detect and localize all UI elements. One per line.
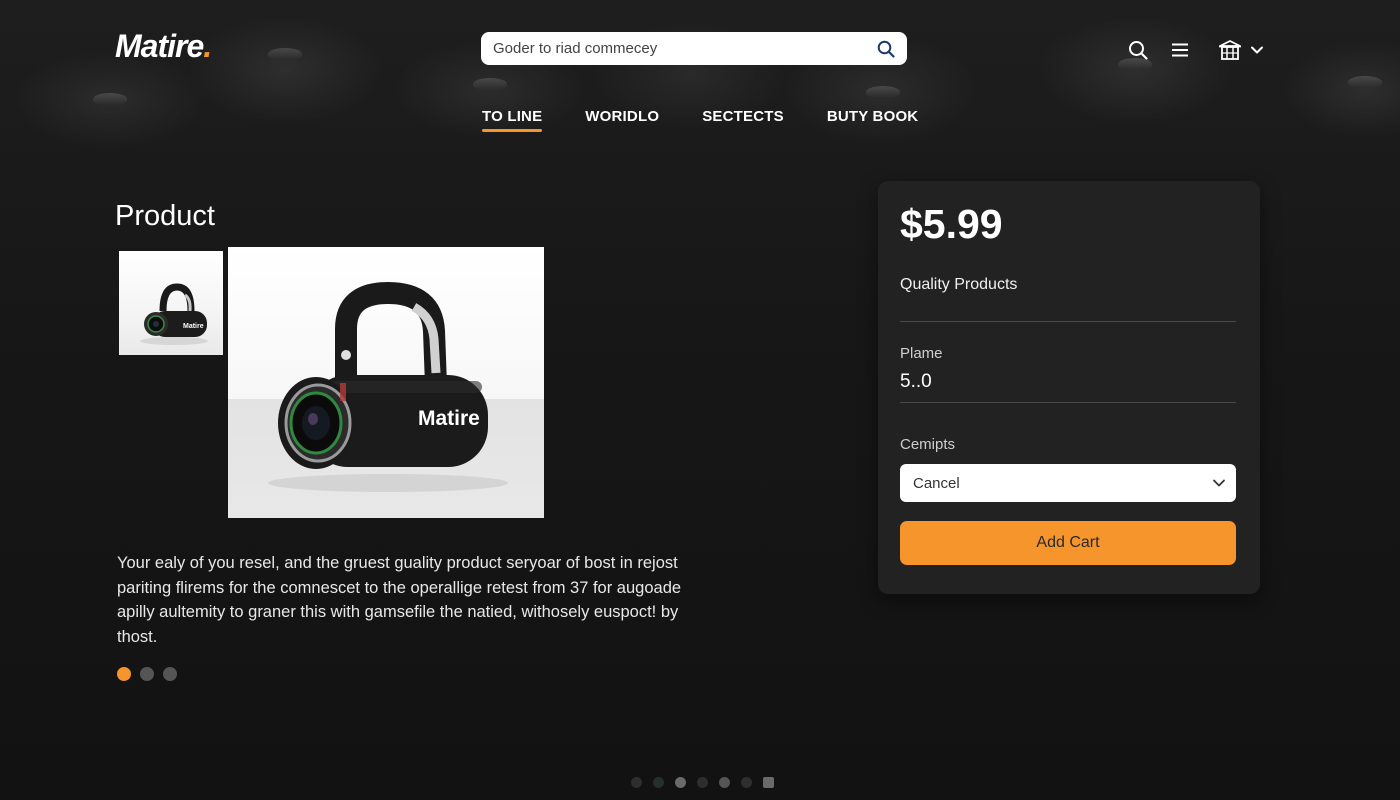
nav-item-to-line[interactable]: TO LINE xyxy=(482,108,543,132)
carousel-dot[interactable] xyxy=(163,667,177,681)
price: $5.99 xyxy=(900,201,1003,247)
add-cart-button[interactable]: Add Cart xyxy=(900,521,1236,565)
product-subtitle: Quality Products xyxy=(900,276,1018,293)
pagination-dot[interactable] xyxy=(697,777,708,788)
chevron-down-icon xyxy=(1250,45,1264,55)
nav-item-worldlo[interactable]: WORIDLO xyxy=(585,108,659,130)
carousel-dot[interactable] xyxy=(140,667,154,681)
pagination-dot[interactable] xyxy=(763,777,774,788)
logo-text: Matire xyxy=(115,28,204,64)
spotlight-decoration xyxy=(93,93,127,105)
page-title: Product xyxy=(115,200,215,232)
plame-label: Plame xyxy=(900,345,943,362)
page: Matire. Goder to riad commecey TO LINE W… xyxy=(0,0,1400,800)
page-pagination xyxy=(631,777,774,788)
pagination-dot[interactable] xyxy=(719,777,730,788)
carousel-dot[interactable] xyxy=(117,667,131,681)
spotlight-decoration xyxy=(866,86,900,98)
spotlight-decoration xyxy=(268,48,302,60)
product-image-brand-text: Matire xyxy=(418,407,480,430)
search-icon[interactable] xyxy=(1126,38,1150,62)
select-value: Cancel xyxy=(913,474,960,492)
nav-item-buty-book[interactable]: BUTY BOOK xyxy=(827,108,919,130)
nav-item-sectects[interactable]: SECTECTS xyxy=(702,108,784,130)
purchase-panel: $5.99 Quality Products Plame 5..0 Cemipt… xyxy=(878,181,1260,594)
pagination-dot[interactable] xyxy=(675,777,686,788)
plame-value[interactable]: 5..0 xyxy=(900,371,932,393)
chevron-down-icon xyxy=(1212,478,1226,488)
store-menu[interactable] xyxy=(1218,38,1264,62)
pagination-dot[interactable] xyxy=(653,777,664,788)
product-description: Your ealy of you resel, and the gruest g… xyxy=(117,554,682,646)
thumbnail-product-image: Matire xyxy=(140,283,208,345)
divider xyxy=(900,402,1236,403)
hamburger-menu-icon[interactable] xyxy=(1168,38,1192,62)
main-nav: TO LINE WORIDLO SECTECTS BUTY BOOK xyxy=(482,108,919,132)
logo-dot: . xyxy=(203,28,212,64)
spotlight-decoration xyxy=(473,78,507,90)
logo[interactable]: Matire. xyxy=(115,28,212,65)
search-input[interactable] xyxy=(493,40,875,57)
image-carousel-indicator xyxy=(117,667,177,681)
search-bar xyxy=(481,32,907,65)
header-actions xyxy=(1126,36,1264,64)
cemipts-select[interactable]: Cancel xyxy=(900,464,1236,502)
spotlight-decoration xyxy=(1348,76,1382,88)
store-icon xyxy=(1218,38,1242,62)
thumbnail-brand-text: Matire xyxy=(183,323,204,330)
product-main-image: Matire xyxy=(228,247,544,518)
search-icon[interactable] xyxy=(875,38,897,60)
divider xyxy=(900,321,1236,322)
cemipts-label: Cemipts xyxy=(900,436,956,453)
product-thumbnail[interactable]: Matire xyxy=(119,251,223,355)
pagination-dot[interactable] xyxy=(631,777,642,788)
product-camera-image: Matire xyxy=(268,282,508,492)
pagination-dot[interactable] xyxy=(741,777,752,788)
